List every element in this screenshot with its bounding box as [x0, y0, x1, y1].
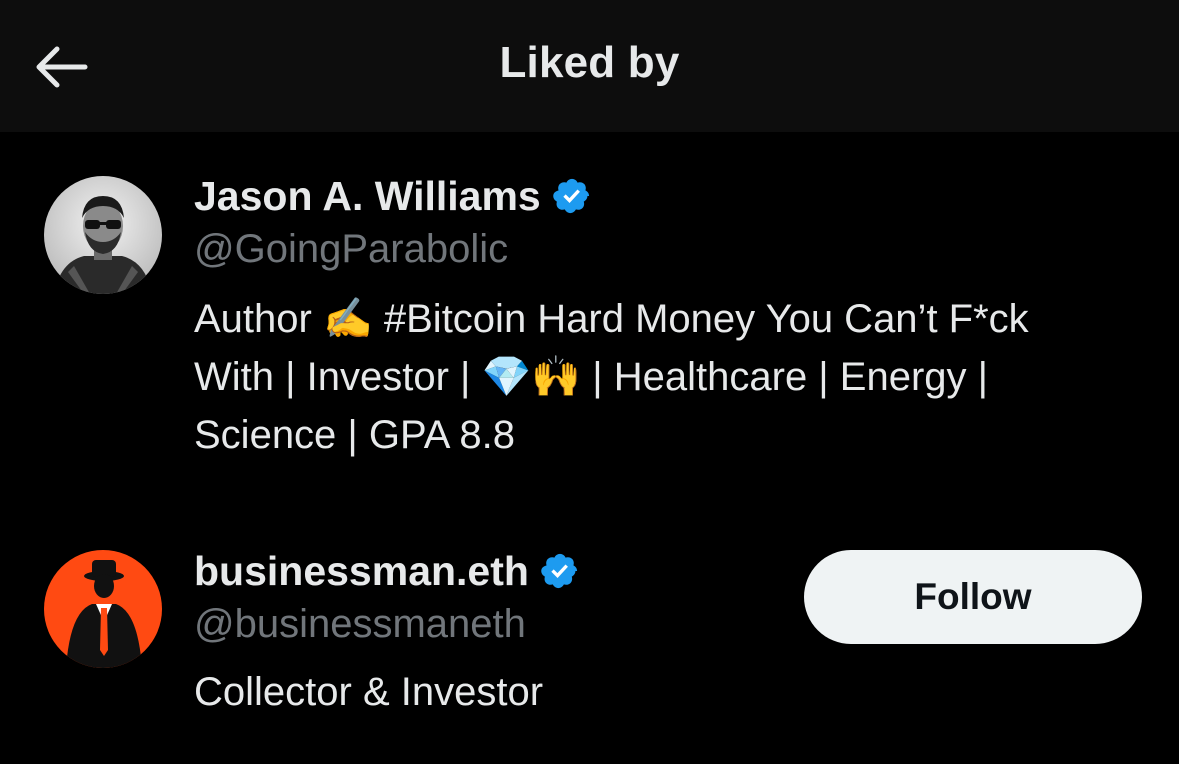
page-title: Liked by [499, 38, 680, 87]
follow-button[interactable]: Follow [804, 550, 1142, 644]
name-row: Jason A. Williams [194, 170, 592, 222]
user-list-item[interactable]: businessman.eth @businessmaneth Collecto… [0, 545, 1179, 745]
name-row: businessman.eth [194, 545, 580, 597]
verified-badge-icon [552, 178, 589, 214]
avatar[interactable] [44, 550, 162, 668]
display-name[interactable]: Jason A. Williams [194, 173, 541, 220]
user-bio: Collector & Investor [194, 670, 544, 714]
display-name[interactable]: businessman.eth [194, 548, 529, 595]
user-bio: Author ✍️ #Bitcoin Hard Money You Can’t … [194, 297, 1029, 457]
avatar[interactable] [44, 176, 162, 294]
user-list-item[interactable]: Jason A. Williams @GoingParabolic Author… [0, 170, 1179, 470]
user-handle[interactable]: @businessmaneth [194, 602, 526, 647]
user-handle[interactable]: @GoingParabolic [194, 227, 508, 272]
verified-badge-icon [541, 553, 578, 589]
top-bar: Liked by [0, 0, 1179, 132]
